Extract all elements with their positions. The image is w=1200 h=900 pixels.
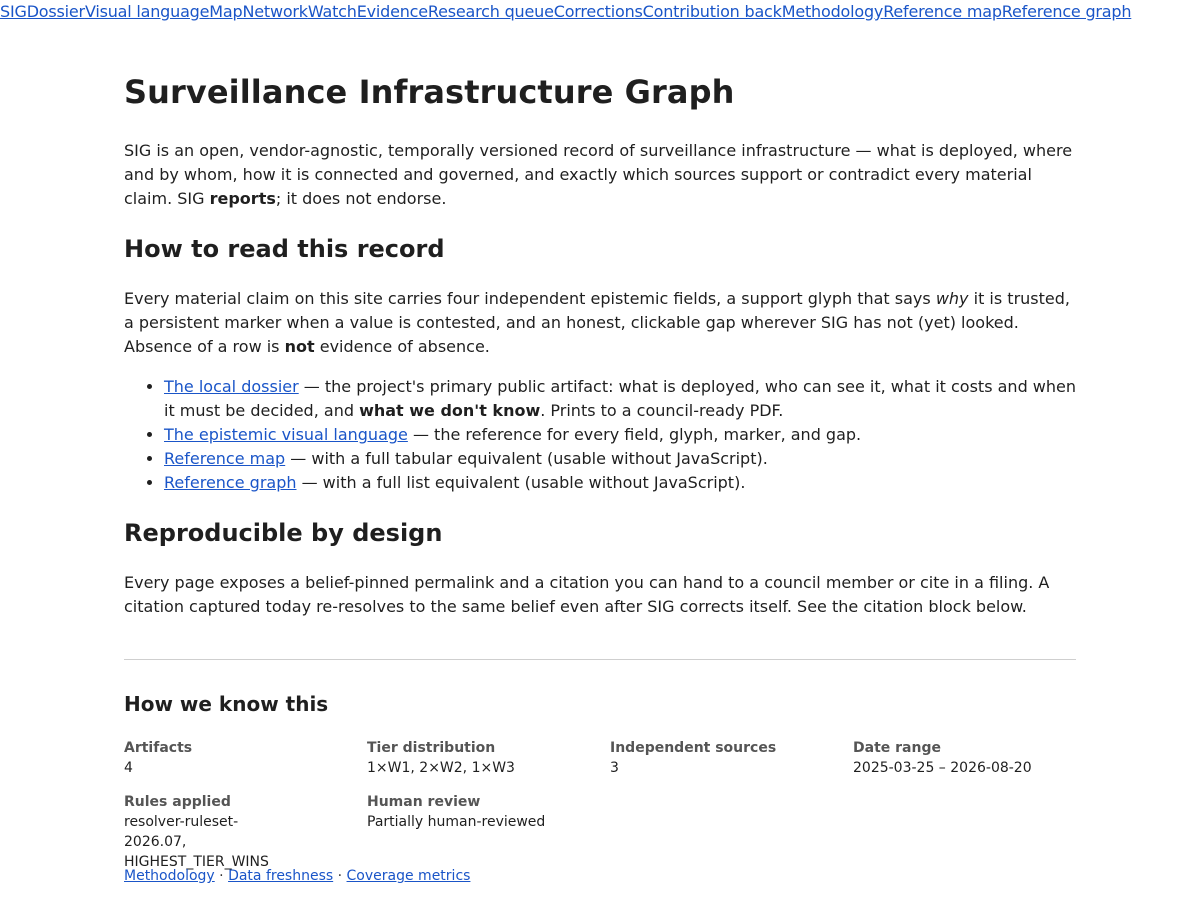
nav-methodology[interactable]: Methodology bbox=[782, 2, 884, 22]
nav-research-queue[interactable]: Research queue bbox=[428, 2, 554, 22]
how-to-read-paragraph: Every material claim on this site carrie… bbox=[124, 289, 1070, 356]
stat-rules-applied: Rules applied resolver-ruleset-2026.07, H… bbox=[124, 794, 269, 870]
list-item: Reference graph — with a full list equiv… bbox=[164, 471, 1076, 495]
methodology-link[interactable]: Methodology bbox=[124, 868, 215, 884]
nav-map[interactable]: Map bbox=[209, 2, 242, 22]
nav-watch[interactable]: Watch bbox=[308, 2, 357, 22]
list-item: The local dossier — the project's primar… bbox=[164, 375, 1076, 423]
reference-graph-link[interactable]: Reference graph bbox=[164, 473, 297, 492]
nav-dossier[interactable]: Dossier bbox=[27, 2, 85, 22]
nav-visual-language[interactable]: Visual language bbox=[85, 2, 210, 22]
stat-date-range: Date range 2025-03-25 – 2026-08-20 bbox=[853, 740, 1032, 776]
provenance-stats: Artifacts 4 Tier distribution 1×W1, 2×W2, … bbox=[124, 738, 1096, 872]
intro-paragraph: SIG is an open, vendor-agnostic, tempora… bbox=[124, 141, 1073, 208]
stat-tier-distribution: Tier distribution 1×W1, 2×W2, 1×W3 bbox=[367, 740, 515, 776]
visual-language-link[interactable]: The epistemic visual language bbox=[164, 425, 408, 444]
page-title: Surveillance Infrastructure Graph bbox=[124, 73, 735, 111]
provenance-footer-links: Methodology · Data freshness · Coverage … bbox=[124, 868, 471, 884]
nav-reference-graph[interactable]: Reference graph bbox=[1002, 2, 1132, 22]
top-navigation: SIG Dossier Visual language Map Network … bbox=[0, 2, 1131, 22]
nav-contribution-back[interactable]: Contribution back bbox=[643, 2, 782, 22]
data-freshness-link[interactable]: Data freshness bbox=[228, 868, 333, 884]
reproducible-paragraph: Every page exposes a belief-pinned perma… bbox=[124, 573, 1050, 616]
coverage-metrics-link[interactable]: Coverage metrics bbox=[347, 868, 471, 884]
nav-evidence[interactable]: Evidence bbox=[357, 2, 428, 22]
section-divider bbox=[124, 659, 1076, 660]
nav-reference-map[interactable]: Reference map bbox=[883, 2, 1002, 22]
nav-corrections[interactable]: Corrections bbox=[554, 2, 643, 22]
list-item: Reference map — with a full tabular equi… bbox=[164, 447, 1076, 471]
intro-emphasis: reports bbox=[209, 189, 276, 208]
how-we-know-heading: How we know this bbox=[124, 692, 329, 716]
how-to-read-heading: How to read this record bbox=[124, 235, 445, 263]
stat-artifacts: Artifacts 4 bbox=[124, 740, 193, 776]
nav-sig[interactable]: SIG bbox=[0, 2, 27, 22]
stat-independent-sources: Independent sources 3 bbox=[610, 740, 777, 776]
list-item: The epistemic visual language — the refe… bbox=[164, 423, 1076, 447]
nav-network[interactable]: Network bbox=[242, 2, 308, 22]
local-dossier-link[interactable]: The local dossier bbox=[164, 377, 299, 396]
reference-links-list: The local dossier — the project's primar… bbox=[124, 375, 1076, 495]
reference-map-link[interactable]: Reference map bbox=[164, 449, 285, 468]
stat-human-review: Human review Partially human-reviewed bbox=[367, 794, 546, 830]
reproducible-heading: Reproducible by design bbox=[124, 519, 443, 547]
